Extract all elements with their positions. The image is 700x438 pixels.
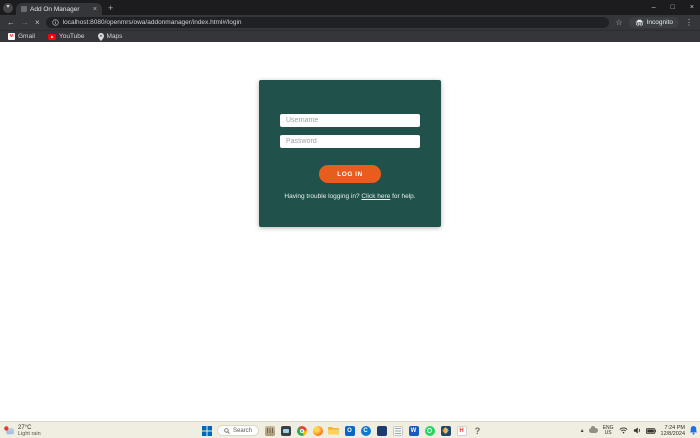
password-input[interactable] [280,135,420,148]
wifi-icon[interactable] [619,427,628,434]
taskbar-clock[interactable]: 7:24 PM 12/8/2024 [661,425,685,437]
tab-list-chevron-button[interactable]: ▾ [3,3,13,13]
help-suffix: for help. [392,193,416,200]
login-card: LOG IN Having trouble logging in? Click … [259,80,441,227]
notepad-icon[interactable] [392,425,403,436]
volume-icon[interactable] [633,427,641,434]
browser-toolbar: ← → × localhost:8080/openmrs/owa/addonma… [0,15,700,30]
tray-cloud-icon[interactable] [589,428,598,433]
file-explorer-icon[interactable] [328,425,339,436]
search-label: Search [233,428,252,434]
browser-tab[interactable]: Add On Manager × [16,3,102,15]
bookmark-youtube[interactable]: YouTube [48,33,85,40]
building-app-icon[interactable] [264,425,275,436]
new-tab-button[interactable]: + [108,3,113,14]
weather-condition: Light rain [18,431,41,437]
bookmark-maps[interactable]: Maps [98,33,123,41]
letter-h-app-icon[interactable]: H [456,425,467,436]
bookmark-star-icon[interactable]: ☆ [615,18,622,27]
whatsapp-icon[interactable] [424,425,435,436]
minimize-button[interactable]: – [652,4,656,11]
help-link[interactable]: Click here [361,193,390,200]
tab-close-icon[interactable]: × [93,6,97,13]
laptop-app-icon[interactable] [280,425,291,436]
weather-widget[interactable]: 27°C Light rain [4,422,41,438]
page-favicon-icon [21,6,27,12]
incognito-badge: Incognito [629,17,679,28]
dark-blue-app-icon[interactable] [376,425,387,436]
browser-tab-strip: ▾ Add On Manager × + – □ × [0,0,700,15]
notification-bell-icon[interactable] [690,426,697,435]
chrome-icon[interactable] [296,425,307,436]
photos-app-icon[interactable] [440,425,451,436]
address-bar[interactable]: localhost:8080/openmrs/owa/addonmanager/… [46,17,610,28]
bookmark-label: Gmail [18,33,35,40]
firefox-icon[interactable] [312,425,323,436]
maps-pin-icon [98,33,104,41]
login-button[interactable]: LOG IN [319,165,381,183]
question-mark-icon[interactable]: ? [472,425,483,436]
weather-icon [4,426,15,435]
back-button[interactable]: ← [7,19,15,27]
page-content: LOG IN Having trouble logging in? Click … [0,42,700,421]
youtube-icon [48,34,56,40]
letter-c-app-icon[interactable]: C [360,425,371,436]
clock-date: 12/8/2024 [661,431,685,437]
forward-button[interactable]: → [21,19,29,27]
restore-button[interactable]: □ [671,4,675,11]
bookmark-gmail[interactable]: M Gmail [8,33,35,40]
gmail-icon: M [8,33,15,40]
stop-button[interactable]: × [35,19,40,27]
taskbar-search[interactable]: Search [217,425,259,436]
word-icon[interactable]: W [408,425,419,436]
incognito-label: Incognito [647,19,673,26]
username-input[interactable] [280,114,420,127]
start-button[interactable] [202,426,212,436]
bookmarks-bar: M Gmail YouTube Maps [0,30,700,42]
site-info-icon[interactable] [52,19,59,26]
login-help-text: Having trouble logging in? Click here fo… [259,193,441,200]
url-text: localhost:8080/openmrs/owa/addonmanager/… [63,19,242,26]
outlook-icon[interactable]: O [344,425,355,436]
browser-menu-button[interactable]: ⋮ [685,18,693,27]
bookmark-label: Maps [107,33,123,40]
tab-title: Add On Manager [30,6,90,13]
help-prefix: Having trouble logging in? [284,193,359,200]
bookmark-label: YouTube [59,33,85,40]
windows-taskbar: 27°C Light rain Search O [0,421,700,438]
search-icon [224,428,230,434]
language-indicator[interactable]: ENG US [603,426,614,436]
incognito-icon [635,19,644,26]
window-close-button[interactable]: × [690,4,694,11]
battery-icon[interactable] [646,428,656,434]
tray-chevron-up-icon[interactable]: ▴ [581,427,584,434]
